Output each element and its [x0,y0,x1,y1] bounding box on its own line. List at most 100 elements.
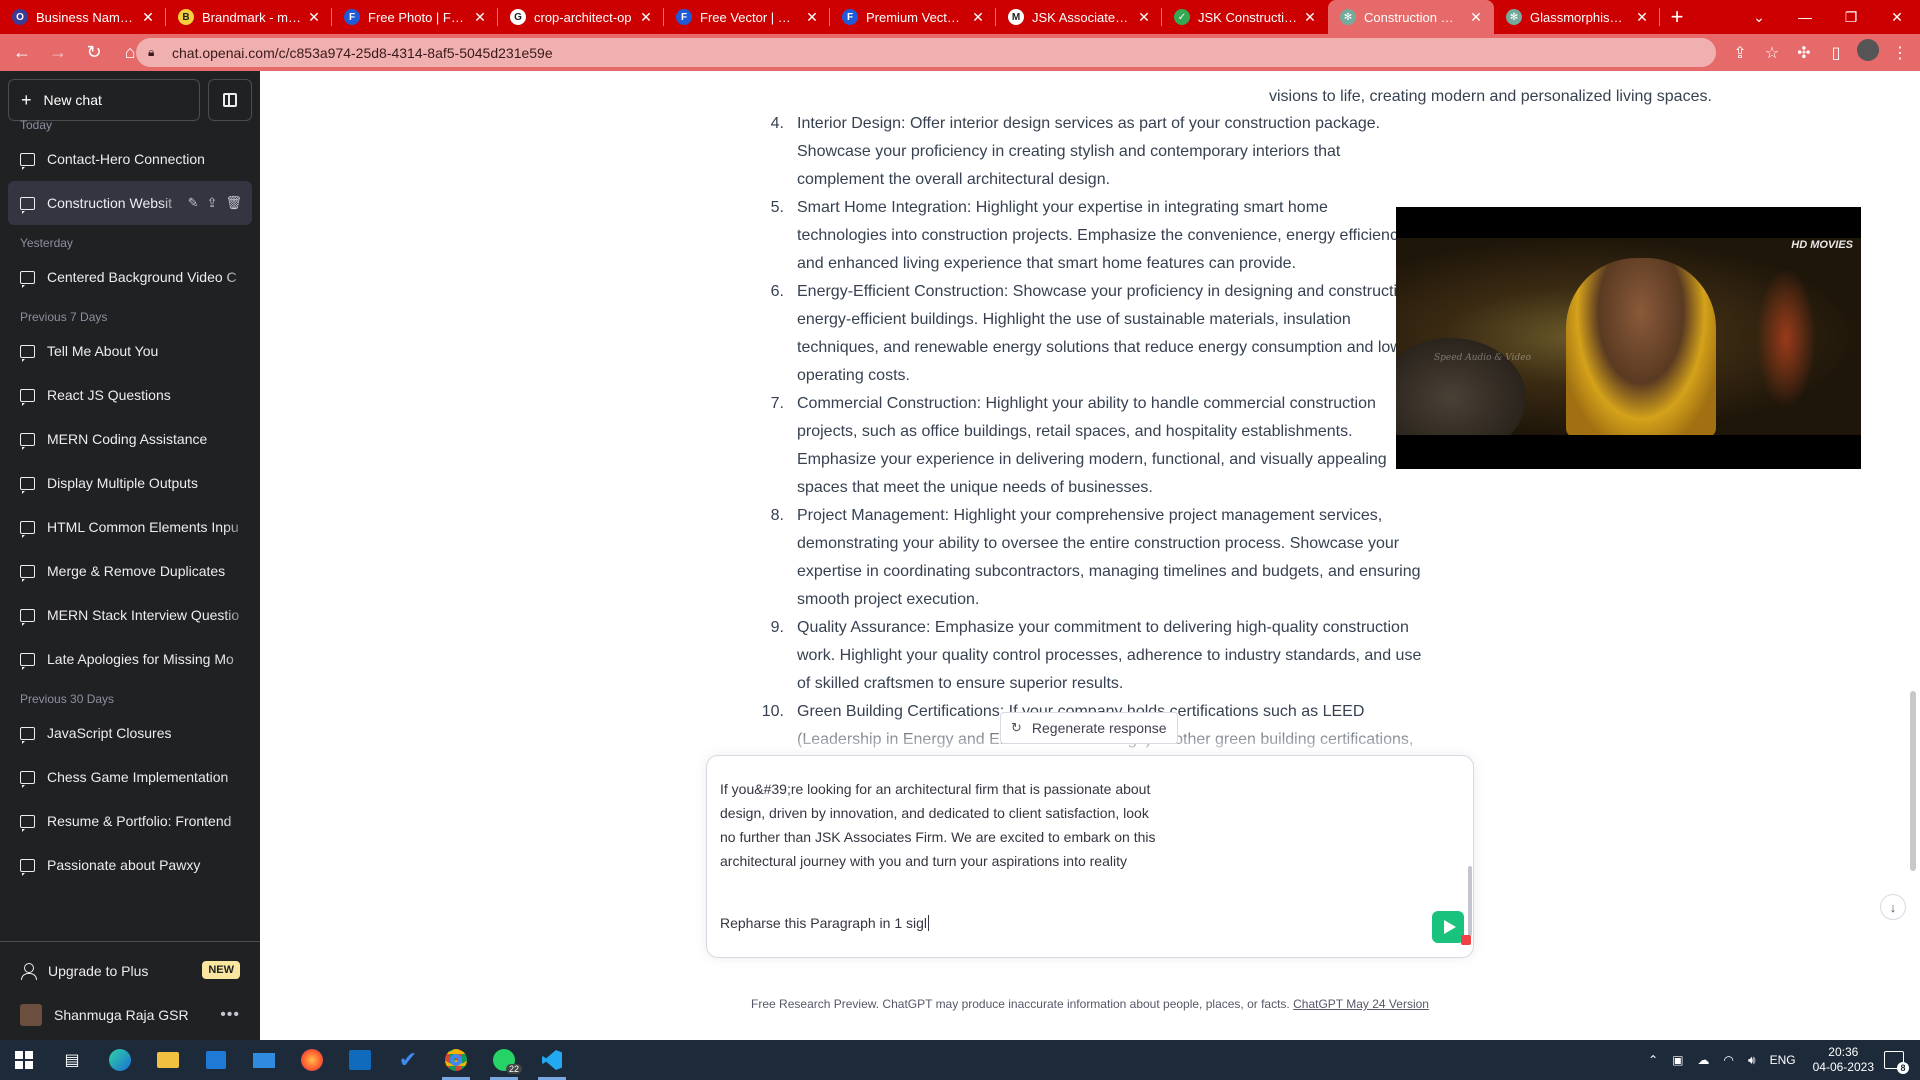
maximize-button[interactable]: ❐ [1828,0,1874,34]
browser-tab[interactable]: ✻ Glassmorphism CS✕ [1494,0,1660,34]
browser-tab[interactable]: F Free Photo | Free p✕ [332,0,498,34]
gmail-icon: M [1008,9,1024,25]
start-button[interactable] [0,1040,48,1080]
forward-arrow-icon[interactable]: → [40,38,76,68]
list-text: Commercial Construction: Highlight your … [797,390,1497,502]
volume-icon[interactable]: 🔊︎ [1748,1053,1756,1068]
chat-bubble-icon [20,152,35,170]
close-tab-icon[interactable]: ✕ [970,9,986,26]
chat-history-item[interactable]: Tell Me About You [8,329,252,373]
close-tab-icon[interactable]: ✕ [306,9,322,26]
browser-tab[interactable]: ✓ JSK Constructions ✕ [1162,0,1328,34]
language-indicator[interactable]: ENG [1770,1053,1796,1067]
profile-avatar[interactable] [1852,39,1884,66]
whatsapp-icon[interactable]: 22 [480,1040,528,1080]
share-icon[interactable]: ⇪ [207,195,218,211]
share-icon[interactable]: ⇪ [1724,43,1756,63]
chat-history-item[interactable]: React JS Questions [8,373,252,417]
notification-center-icon[interactable]: 8 [1884,1051,1909,1074]
chat-history-item[interactable]: Passionate about Pawxy [8,843,252,887]
close-tab-icon[interactable]: ✕ [638,9,654,26]
page-scrollbar[interactable] [1910,691,1916,871]
edit-icon[interactable]: ✎ [188,195,199,211]
chat-history-item[interactable]: Merge & Remove Duplicates [8,549,252,593]
paragraph-line: no further than JSK Associates Firm. We … [720,829,1156,845]
new-chat-button[interactable]: + New chat [8,79,200,121]
bookmark-star-icon[interactable]: ☆ [1756,43,1788,63]
chat-history-item[interactable]: Contact-Hero Connection [8,137,252,181]
vscode-icon[interactable] [528,1040,576,1080]
tab-title: Free Photo | Free p [368,9,468,25]
side-panel-icon[interactable]: ▯ [1820,43,1852,63]
close-tab-icon[interactable]: ✕ [1634,9,1650,26]
version-link[interactable]: ChatGPT May 24 Version [1293,997,1429,1011]
browser-tab[interactable]: ✻ Construction Webs ✕ [1328,0,1494,34]
chat-history-item[interactable]: Display Multiple Outputs [8,461,252,505]
wifi-icon[interactable]: ◠ [1724,1053,1734,1067]
chat-history-item[interactable]: MERN Coding Assistance [8,417,252,461]
text-line: of skilled craftsmen to ensure superior … [797,675,1124,692]
openai-icon: ✻ [1506,9,1522,25]
minimize-button[interactable]: — [1782,0,1828,34]
reload-icon[interactable]: ↻ [76,38,112,68]
chat-history-item[interactable]: Chess Game Implementation [8,755,252,799]
close-sidebar-button[interactable] [208,79,252,121]
browser-tab[interactable]: B Brandmark - make ✕ [166,0,332,34]
send-button[interactable] [1432,911,1464,943]
chat-history-item[interactable]: Centered Background Video C [8,255,252,299]
chat-history-item[interactable]: JavaScript Closures [8,711,252,755]
firefox-icon[interactable] [288,1040,336,1080]
meet-now-icon[interactable]: ▣ [1672,1053,1683,1067]
back-arrow-icon[interactable]: ← [4,38,40,68]
browser-tab[interactable]: M JSK Associates Firm✕ [996,0,1162,34]
file-explorer-icon[interactable] [144,1040,192,1080]
chat-history-item[interactable]: Late Apologies for Missing Mo [8,637,252,681]
input-scrollbar[interactable] [1468,866,1472,936]
close-tab-icon[interactable]: ✕ [1136,9,1152,26]
edge-icon[interactable] [96,1040,144,1080]
regenerate-label: Regenerate response [1031,720,1167,736]
close-tab-icon[interactable]: ✕ [140,9,156,26]
address-bar[interactable]: 🔒︎ chat.openai.com/c/c853a974-25d8-4314-… [136,38,1716,67]
task-view-icon[interactable]: ▤ [48,1040,96,1080]
browser-menu-icon[interactable]: ⋮ [1884,43,1916,63]
outlook-icon[interactable] [336,1040,384,1080]
chat-group-label: Previous 7 Days [20,310,108,324]
list-text: Energy-Efficient Construction: Showcase … [797,278,1497,390]
browser-tab[interactable]: F Premium Vector | N✕ [830,0,996,34]
tab-search-chevron-icon[interactable]: ⌄ [1736,0,1782,34]
browser-tab[interactable]: Gcrop-architect-op ✕ [498,0,664,34]
close-tab-icon[interactable]: ✕ [1302,9,1318,26]
new-tab-button[interactable]: + [1660,0,1694,34]
chevron-up-icon[interactable]: ⌃ [1648,1053,1658,1067]
todo-icon[interactable]: ✔ [384,1040,432,1080]
chat-bubble-icon [20,814,35,832]
paragraph-line: design, driven by innovation, and dedica… [720,805,1149,821]
chat-history-item[interactable]: Construction Websit ✎ ⇪ 🗑︎ [8,181,252,225]
chat-history-item[interactable]: Resume & Portfolio: Frontend [8,799,252,843]
store-icon[interactable] [192,1040,240,1080]
extensions-puzzle-icon[interactable]: ✣ [1788,43,1820,63]
regenerate-response-button[interactable]: ↻ Regenerate response [1000,712,1178,744]
chat-history-item[interactable]: HTML Common Elements Inpu [8,505,252,549]
browser-tab[interactable]: O Business Name Ge✕ [0,0,166,34]
user-menu-button[interactable]: Shanmuga Raja GSR ••• [8,993,252,1037]
delete-icon[interactable]: 🗑︎ [225,195,242,211]
close-tab-icon[interactable]: ✕ [804,9,820,26]
clock[interactable]: 20:36 04-06-2023 [1813,1045,1874,1075]
windows-taskbar: ▤ ✔ 22 ⌃ ▣ ☁ ◠ 🔊︎ ENG 20:36 04-06-2023 8 [0,1040,1920,1080]
chat-history-item[interactable]: MERN Stack Interview Questio [8,593,252,637]
close-tab-icon[interactable]: ✕ [1468,9,1484,26]
close-tab-icon[interactable]: ✕ [472,9,488,26]
scroll-to-bottom-button[interactable]: ↓ [1880,894,1906,920]
close-window-button[interactable]: ✕ [1874,0,1920,34]
message-input[interactable]: If you&#39;re looking for an architectur… [706,755,1474,958]
text-line: Quality Assurance: Emphasize your commit… [797,619,1409,636]
mail-icon[interactable] [240,1040,288,1080]
picture-in-picture-video[interactable]: Speed Audio & Video HD MOVIES [1396,207,1861,469]
onedrive-icon[interactable]: ☁ [1698,1053,1710,1067]
chrome-icon[interactable] [432,1040,480,1080]
browser-tab[interactable]: F Free Vector | Cinen✕ [664,0,830,34]
upgrade-to-plus-button[interactable]: Upgrade to Plus NEW [8,949,252,993]
tab-title: Business Name Ge [36,9,136,25]
